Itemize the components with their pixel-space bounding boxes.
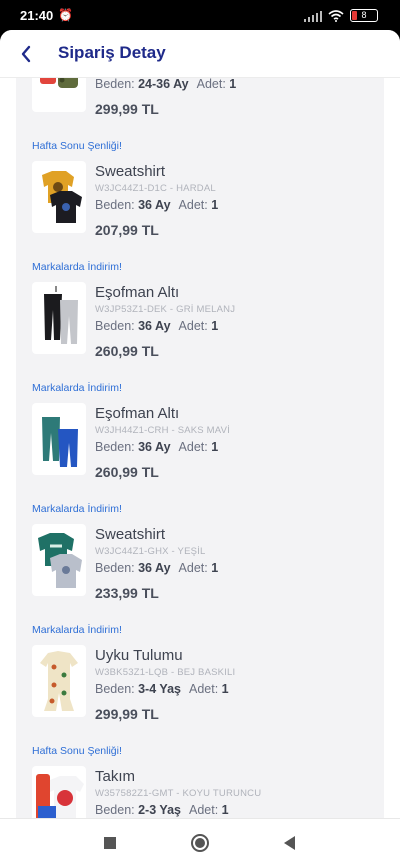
signal-icon (304, 10, 322, 22)
qty-label: Adet: (178, 440, 208, 454)
size-label: Beden: (95, 803, 135, 817)
status-time: 21:40 (20, 8, 54, 23)
size-value: 24-36 Ay (138, 78, 189, 91)
recent-apps-button[interactable] (104, 837, 116, 849)
product-price: 299,99 TL (95, 706, 159, 722)
status-bar: 21:40 ⏰ 8 (0, 0, 400, 30)
product-meta: Beden: 36 Ay Adet: 1 (95, 319, 218, 333)
size-value: 36 Ay (138, 319, 171, 333)
order-item[interactable]: Eşofman Altı W3JP53Z1-DEK - GRİ MELANJ Bed… (16, 282, 384, 373)
qty-value: 1 (211, 198, 219, 212)
promo-label: Hafta Sonu Şenliği! (32, 745, 122, 757)
product-price: 233,99 TL (95, 585, 159, 601)
order-item[interactable]: Sweatshirt W3JC44Z1-D1C - HARDAL Beden: 36… (16, 161, 384, 252)
product-code: W3JC44Z1-D1C - HARDAL (95, 183, 216, 194)
product-meta: Beden: 24-36 Ay Adet: 1 (95, 78, 236, 91)
size-label: Beden: (95, 319, 135, 333)
size-label: Beden: (95, 440, 135, 454)
back-button[interactable] (12, 40, 40, 68)
product-name: Uyku Tulumu (95, 647, 183, 664)
qty-label: Adet: (178, 561, 208, 575)
page-title: Sipariş Detay (58, 43, 166, 62)
product-name: Sweatshirt (95, 526, 166, 543)
size-label: Beden: (95, 198, 135, 212)
qty-label: Adet: (188, 803, 219, 817)
product-price: 299,99 TL (95, 101, 159, 117)
product-name: Sweatshirt (95, 163, 166, 180)
app-header: Sipariş Detay (0, 30, 400, 78)
product-code: W3JP53Z1-DEK - GRİ MELANJ (95, 304, 236, 315)
product-image[interactable] (32, 403, 86, 475)
qty-value: 1 (211, 561, 219, 575)
order-item[interactable]: Beden: 24-36 Ay Adet: 1 299,99 TL (16, 78, 384, 131)
qty-value: 1 (221, 682, 229, 696)
order-item[interactable]: Eşofman Altı W3JH44Z1-CRH - SAKS MAVİ Bede… (16, 403, 384, 494)
product-image[interactable] (32, 766, 86, 818)
promo-label: Markalarda İndirim! (32, 382, 122, 394)
order-item[interactable]: Takım W357582Z1-GMT - KOYU TURUNCU Beden: … (16, 766, 384, 818)
qty-value: 1 (229, 78, 237, 91)
order-item[interactable]: Uyku Tulumu W3BK53Z1-LQB - BEJ BASKILI Bed… (16, 645, 384, 736)
qty-value: 1 (211, 319, 219, 333)
size-value: 36 Ay (138, 198, 171, 212)
size-label: Beden: (95, 561, 135, 575)
qty-value: 1 (221, 803, 229, 817)
battery-icon: 8 (350, 9, 378, 22)
order-items-list[interactable]: Beden: 24-36 Ay Adet: 1 299,99 TL Hafta Son… (16, 78, 384, 818)
product-code: W3BK53Z1-LQB - BEJ BASKILI (95, 667, 236, 678)
product-price: 260,99 TL (95, 464, 159, 480)
product-image[interactable] (32, 78, 86, 112)
product-meta: Beden: 36 Ay Adet: 1 (95, 440, 218, 454)
product-image[interactable] (32, 645, 86, 717)
size-label: Beden: (95, 682, 135, 696)
product-meta: Beden: 36 Ay Adet: 1 (95, 198, 218, 212)
chevron-left-icon (21, 45, 31, 63)
product-image[interactable] (32, 161, 86, 233)
product-image[interactable] (32, 524, 86, 596)
product-meta: Beden: 2-3 Yaş Adet: 1 (95, 803, 229, 817)
product-price: 207,99 TL (95, 222, 159, 238)
product-price: 260,99 TL (95, 343, 159, 359)
qty-label: Adet: (178, 319, 208, 333)
promo-label: Markalarda İndirim! (32, 503, 122, 515)
size-value: 2-3 Yaş (138, 803, 181, 817)
qty-label: Adet: (188, 682, 219, 696)
product-name: Eşofman Altı (95, 405, 180, 422)
product-name: Eşofman Altı (95, 284, 180, 301)
product-meta: Beden: 3-4 Yaş Adet: 1 (95, 682, 229, 696)
system-navigation-bar (0, 818, 400, 866)
order-item[interactable]: Sweatshirt W3JC44Z1-GHX - YEŞİL Beden: 36 … (16, 524, 384, 615)
promo-label: Markalarda İndirim! (32, 261, 122, 273)
size-value: 3-4 Yaş (138, 682, 181, 696)
qty-value: 1 (211, 440, 219, 454)
battery-level: 8 (361, 10, 367, 20)
size-label: Beden: (95, 78, 135, 91)
product-code: W3JH44Z1-CRH - SAKS MAVİ (95, 425, 231, 436)
size-value: 36 Ay (138, 561, 171, 575)
promo-label: Markalarda İndirim! (32, 624, 122, 636)
status-icons: 8 (304, 9, 378, 22)
wifi-icon (328, 9, 344, 22)
product-name: Takım (95, 768, 136, 785)
order-detail-screen: Sipariş Detay Beden: 24-36 Ay Adet: 1 299,… (0, 30, 400, 818)
product-code: W3JC44Z1-GHX - YEŞİL (95, 546, 206, 557)
size-value: 36 Ay (138, 440, 171, 454)
alarm-off-icon: ⏰ (58, 8, 73, 22)
product-image[interactable] (32, 282, 86, 354)
promo-label: Hafta Sonu Şenliği! (32, 140, 122, 152)
product-meta: Beden: 36 Ay Adet: 1 (95, 561, 218, 575)
qty-label: Adet: (196, 78, 226, 91)
product-code: W357582Z1-GMT - KOYU TURUNCU (95, 788, 262, 799)
home-button[interactable] (191, 834, 209, 852)
qty-label: Adet: (178, 198, 208, 212)
system-back-button[interactable] (284, 836, 295, 850)
